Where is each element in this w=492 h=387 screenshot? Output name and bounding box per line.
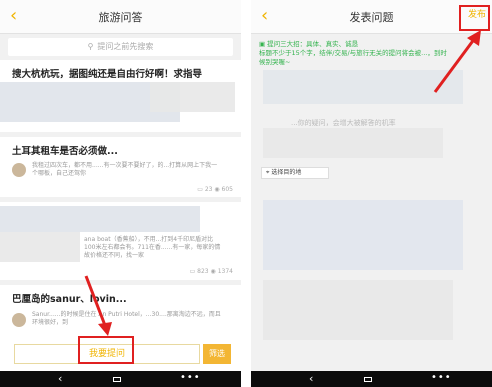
comment-count: 23	[204, 186, 213, 193]
view-count: 605	[221, 186, 233, 193]
nav-back-icon[interactable]: ‹	[309, 371, 313, 387]
question-card[interactable]: 巴厘岛的sanur、lovin... Sanur......的时候是住在 An …	[0, 285, 241, 341]
pixelated-region	[263, 280, 453, 340]
question-excerpt: Sanur......的时候是住在 An Putri Hotel，...30..…	[32, 311, 221, 326]
nav-back-icon[interactable]: ‹	[58, 371, 62, 387]
location-pin-icon: ⌖	[266, 169, 270, 176]
page-title: 旅游问答	[98, 11, 143, 24]
filter-button[interactable]: 筛选	[203, 344, 231, 364]
pixelated-region	[150, 82, 235, 112]
question-card[interactable]: 土耳其租车是否必须做... 我租过四次车，都不用......有一次要不要好了，的…	[0, 137, 241, 197]
page-title: 发表问题	[349, 11, 394, 24]
question-excerpt: ana boat（香蕉船），不用...打到4千印尼盾对比100米左右都会有。71…	[84, 236, 221, 259]
red-arrow-icon	[84, 275, 112, 336]
destination-label: 选择目的地	[271, 169, 302, 176]
system-nav-bar: ‹ •••	[251, 371, 492, 387]
pixelated-region	[0, 232, 80, 262]
search-placeholder: 提问之前先搜索	[97, 42, 154, 51]
question-excerpt: 我租过四次车，都不用......有一次要不要好了，的...打算从网上下我一个哪板…	[32, 162, 218, 177]
pixelated-region	[263, 200, 463, 270]
question-body-input[interactable]: ...你的疑问，会增大被解答的机率	[291, 118, 396, 128]
tip-text: 提问三大招：具体、真实、诚恳	[267, 40, 359, 48]
view-icon: ◉	[210, 268, 216, 275]
search-icon: ⚲	[87, 42, 94, 51]
nav-home-icon[interactable]	[113, 377, 121, 382]
question-card[interactable]: 搜大杭杭玩，据图纯还是自由行好啊！求指导	[0, 60, 241, 132]
question-title: 搜大杭杭玩，据图纯还是自由行好啊！求指导	[12, 69, 203, 80]
view-icon: ◉	[214, 186, 220, 193]
search-input[interactable]: ⚲ 提问之前先搜索	[8, 38, 233, 56]
avatar	[12, 313, 26, 327]
question-stats: ▭ 23 ◉ 605	[197, 186, 233, 193]
comment-icon: ▭	[189, 268, 196, 275]
qa-list-screen: ‹ 旅游问答 ⚲ 提问之前先搜索 搜大杭杭玩，据图纯还是自由行好啊！求指导 土耳其…	[0, 0, 241, 387]
view-count: 1374	[217, 268, 233, 275]
system-nav-bar: ‹ •••	[0, 371, 241, 387]
avatar	[12, 163, 26, 177]
pixelated-region	[263, 128, 443, 158]
info-icon: ▣	[259, 40, 266, 48]
divider	[241, 0, 251, 387]
nav-more-icon[interactable]: •••	[431, 371, 452, 385]
question-card[interactable]: ana boat（香蕉船），不用...打到4千印尼盾对比100米左右都会有。71…	[0, 202, 241, 280]
post-question-screen: ‹ 发表问题 发布 ▣ 提问三大招：具体、真实、诚恳 标题不少于15个字，结伴/交…	[251, 0, 492, 387]
top-bar: ‹ 旅游问答	[0, 0, 241, 34]
pixelated-region	[0, 206, 200, 232]
comment-count: 823	[197, 268, 209, 275]
red-arrow-icon	[433, 30, 481, 93]
choose-destination-button[interactable]: ⌖ 选择目的地	[261, 167, 329, 179]
nav-home-icon[interactable]	[364, 377, 372, 382]
question-title: 土耳其租车是否必须做...	[12, 146, 118, 157]
highlight-box	[78, 336, 134, 364]
comment-icon: ▭	[197, 186, 203, 193]
nav-more-icon[interactable]: •••	[180, 371, 201, 385]
question-stats: ▭ 823 ◉ 1374	[190, 268, 233, 275]
